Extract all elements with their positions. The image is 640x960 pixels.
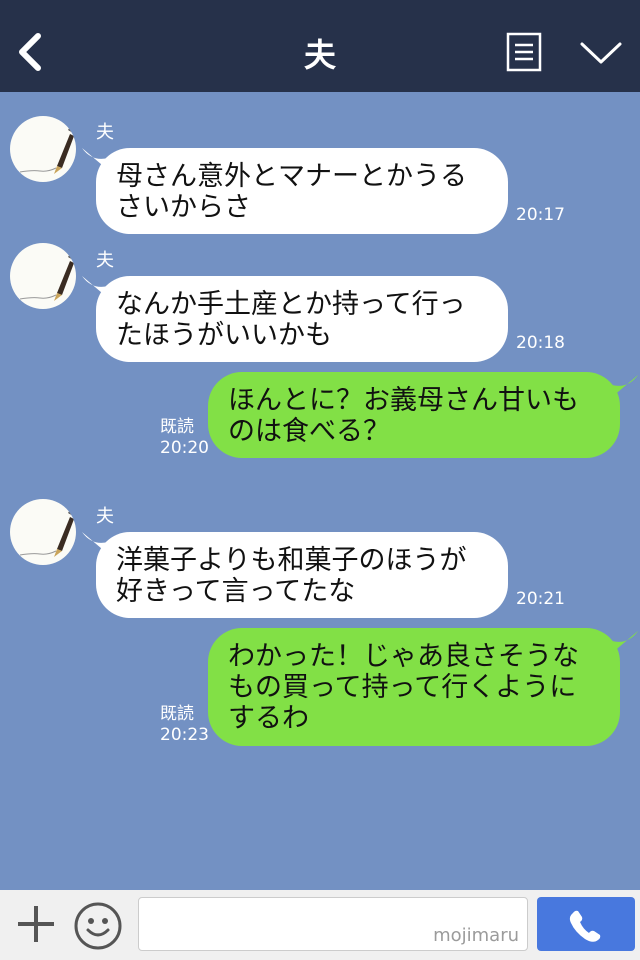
message-input[interactable]: mojimaru	[138, 897, 528, 951]
sender-name: 夫	[96, 122, 114, 143]
pen-icon	[19, 124, 75, 174]
plus-icon[interactable]	[14, 900, 58, 948]
smiley-icon[interactable]	[72, 900, 124, 952]
pen-icon	[19, 251, 75, 301]
bubble-tail	[612, 631, 638, 653]
sender-name: 夫	[96, 250, 114, 271]
chat-title: 夫	[303, 36, 336, 74]
message-bubble[interactable]: 洋菓子よりも和菓子のほうが好きって言ってたな	[96, 532, 508, 618]
watermark: mojimaru	[433, 925, 519, 946]
message-bubble[interactable]: なんか手土産とか持って行ったほうがいいかも	[96, 276, 508, 362]
read-status: 既読 20:20	[160, 417, 209, 459]
read-label: 既読	[160, 417, 194, 437]
chevron-down-icon[interactable]	[578, 38, 624, 68]
message-time: 20:18	[516, 333, 565, 353]
avatar[interactable]	[10, 116, 76, 182]
message-bubble-sent[interactable]: ほんとに？お義母さん甘いものは食べる？	[208, 372, 620, 458]
message-time: 20:17	[516, 205, 565, 225]
sender-name: 夫	[96, 506, 114, 527]
read-label: 既読	[160, 704, 194, 724]
pen-icon	[19, 507, 75, 557]
bubble-tail	[612, 375, 638, 397]
phone-icon	[569, 910, 601, 942]
avatar[interactable]	[10, 243, 76, 309]
chat-header: 夫	[0, 0, 640, 92]
chat-area[interactable]: 夫 母さん意外とマナーとかうるさいからさ 20:17 夫 なんか手土産とか持って…	[0, 92, 640, 890]
message-bubble-sent[interactable]: わかった！じゃあ良さそうなもの買って持って行くようにするわ	[208, 628, 620, 746]
message-time: 20:21	[516, 589, 565, 609]
avatar[interactable]	[10, 499, 76, 565]
read-status: 既読 20:23	[160, 704, 209, 746]
message-time: 20:23	[160, 725, 209, 745]
message-time: 20:20	[160, 438, 209, 458]
call-button[interactable]	[537, 897, 635, 951]
message-bubble[interactable]: 母さん意外とマナーとかうるさいからさ	[96, 148, 508, 234]
menu-icon[interactable]	[506, 32, 542, 72]
